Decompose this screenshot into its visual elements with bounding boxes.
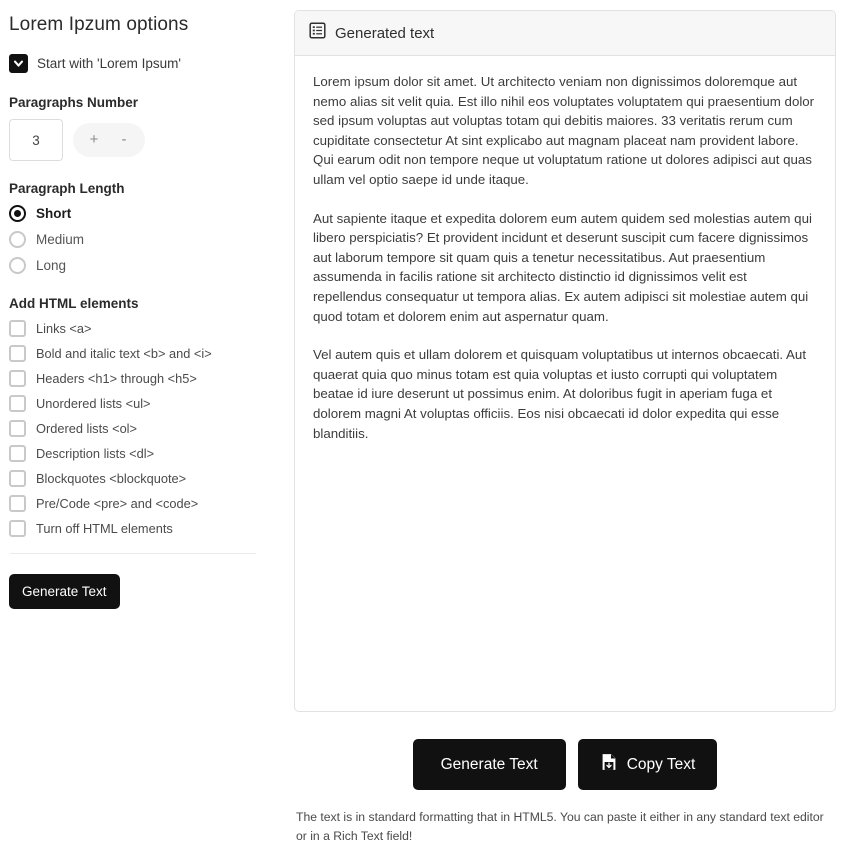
checkbox-bold-italic[interactable]: [9, 345, 26, 362]
radio-label-long: Long: [36, 258, 67, 273]
checkbox-label-blockquotes: Blockquotes <blockquote>: [36, 471, 187, 486]
checkbox-row-headers[interactable]: Headers <h1> through <h5>: [9, 370, 276, 387]
decrement-button[interactable]: -: [109, 123, 139, 157]
checkbox-label-ordered-lists: Ordered lists <ol>: [36, 421, 138, 436]
generated-paragraph: Vel autem quis et ullam dolorem et quisq…: [313, 347, 807, 441]
add-html-elements-label: Add HTML elements: [9, 296, 139, 311]
checkbox-label-pre-code: Pre/Code <pre> and <code>: [36, 496, 199, 511]
paragraphs-number-control: + -: [9, 119, 276, 161]
checkbox-row-ordered-lists[interactable]: Ordered lists <ol>: [9, 420, 276, 437]
generate-text-button[interactable]: Generate Text: [412, 739, 566, 790]
quantity-stepper: + -: [73, 123, 145, 157]
start-with-lorem-ipsum-row[interactable]: Start with 'Lorem Ipsum': [9, 54, 276, 73]
checkbox-row-unordered-lists[interactable]: Unordered lists <ul>: [9, 395, 276, 412]
document-list-icon: [309, 22, 326, 44]
checkbox-row-description-lists[interactable]: Description lists <dl>: [9, 445, 276, 462]
generated-text-card: Generated text Lorem ipsum dolor sit ame…: [294, 10, 836, 712]
generated-text-title: Generated text: [335, 24, 435, 42]
generated-paragraph: Lorem ipsum dolor sit amet. Ut architect…: [313, 74, 815, 187]
copy-text-label: Copy Text: [626, 755, 696, 773]
checkbox-row-turn-off-html[interactable]: Turn off HTML elements: [9, 520, 276, 537]
checkbox-label-description-lists: Description lists <dl>: [36, 446, 155, 461]
checkbox-label-unordered-lists: Unordered lists <ul>: [36, 396, 151, 411]
checkbox-description-lists[interactable]: [9, 445, 26, 462]
generate-text-button-sidebar[interactable]: Generate Text: [9, 574, 120, 609]
checkbox-label-turn-off-html: Turn off HTML elements: [36, 521, 173, 536]
checkbox-headers[interactable]: [9, 370, 26, 387]
radio-indicator-short[interactable]: [9, 205, 26, 222]
footer-note: The text is in standard formatting that …: [296, 810, 824, 843]
checkbox-label-links: Links <a>: [36, 321, 92, 336]
checkbox-pre-code[interactable]: [9, 495, 26, 512]
checkbox-links[interactable]: [9, 320, 26, 337]
checkbox-row-bold-italic[interactable]: Bold and italic text <b> and <i>: [9, 345, 276, 362]
chevron-down-icon[interactable]: [9, 54, 28, 73]
radio-option-long[interactable]: Long: [9, 257, 276, 274]
options-divider: [10, 553, 256, 554]
options-panel: Lorem Ipzum options Start with 'Lorem Ip…: [0, 0, 286, 847]
app-root: Lorem Ipzum options Start with 'Lorem Ip…: [0, 0, 847, 847]
checkbox-row-links[interactable]: Links <a>: [9, 320, 276, 337]
checkbox-ordered-lists[interactable]: [9, 420, 26, 437]
radio-label-short: Short: [36, 206, 72, 221]
radio-indicator-medium[interactable]: [9, 231, 26, 248]
paragraphs-number-label: Paragraphs Number: [9, 95, 139, 110]
generated-text-card-header: Generated text: [295, 11, 835, 56]
checkbox-row-blockquotes[interactable]: Blockquotes <blockquote>: [9, 470, 276, 487]
checkbox-blockquotes[interactable]: [9, 470, 26, 487]
action-buttons: Generate Text Copy Text: [294, 739, 836, 790]
page-title: Lorem Ipzum options: [9, 14, 189, 35]
radio-label-medium: Medium: [36, 232, 85, 247]
checkbox-turn-off-html[interactable]: [9, 520, 26, 537]
checkbox-label-headers: Headers <h1> through <h5>: [36, 371, 197, 386]
copy-text-button[interactable]: Copy Text: [577, 739, 718, 790]
generated-text-body[interactable]: Lorem ipsum dolor sit amet. Ut architect…: [295, 56, 835, 711]
checkbox-row-pre-code[interactable]: Pre/Code <pre> and <code>: [9, 495, 276, 512]
paragraph-length-label: Paragraph Length: [9, 181, 125, 196]
radio-option-medium[interactable]: Medium: [9, 231, 276, 248]
file-download-icon: [600, 753, 618, 776]
paragraphs-number-input[interactable]: [9, 119, 63, 161]
increment-button[interactable]: +: [79, 123, 109, 157]
checkbox-label-bold-italic: Bold and italic text <b> and <i>: [36, 346, 212, 361]
generated-paragraph: Aut sapiente itaque et expedita dolorem …: [313, 210, 812, 324]
radio-option-short[interactable]: Short: [9, 205, 276, 222]
radio-indicator-long[interactable]: [9, 257, 26, 274]
start-with-lorem-ipsum-label: Start with 'Lorem Ipsum': [37, 56, 181, 71]
checkbox-unordered-lists[interactable]: [9, 395, 26, 412]
output-panel: Generated text Lorem ipsum dolor sit ame…: [286, 0, 847, 847]
